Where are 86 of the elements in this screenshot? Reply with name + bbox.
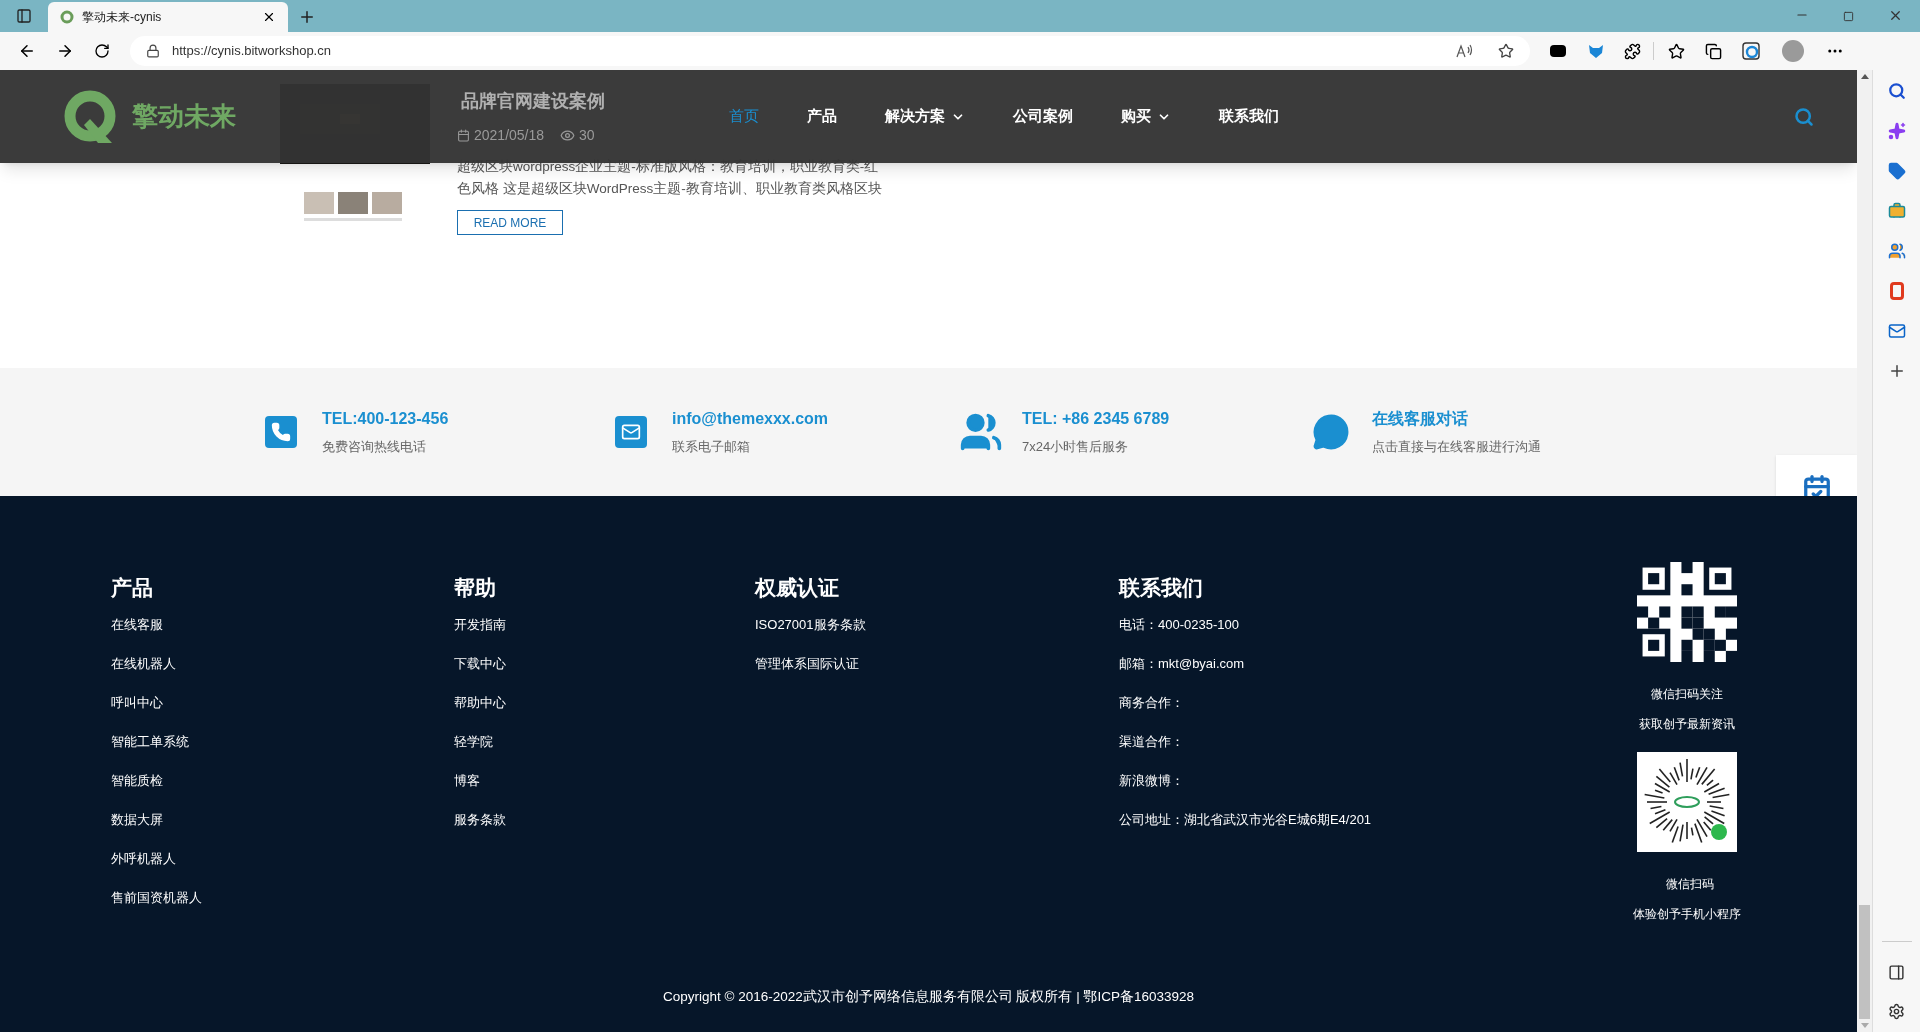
read-more-button[interactable]: READ MORE xyxy=(457,210,563,235)
back-icon[interactable] xyxy=(18,42,36,60)
footer-link[interactable]: 管理体系国际认证 xyxy=(755,655,1119,673)
address-text: https://cynis.bitworkshop.cn xyxy=(172,42,332,61)
phone-icon xyxy=(265,416,297,448)
contact-subtitle: 点击直接与在线客服进行沟通 xyxy=(1372,438,1541,457)
footer-link[interactable]: 公司地址：湖北省武汉市光谷E城6期E4/201 xyxy=(1119,811,1589,829)
footer-link[interactable]: 新浪微博： xyxy=(1119,772,1589,790)
favorite-add-icon[interactable] xyxy=(1498,43,1514,59)
footer-link[interactable]: 智能工单系统 xyxy=(111,733,454,751)
footer-heading: 联系我们 xyxy=(1119,575,1204,601)
calendar-icon xyxy=(457,129,470,142)
view-count: 30 xyxy=(579,126,595,145)
panel-icon[interactable] xyxy=(1888,964,1905,981)
footer-link[interactable]: 售前国资机器人 xyxy=(111,889,454,907)
nav-link[interactable]: 产品 xyxy=(807,105,837,128)
calendar-icon xyxy=(1801,474,1832,496)
code-caption: 微信扫码关注 xyxy=(1651,686,1723,702)
extensions-icon[interactable] xyxy=(1624,42,1641,60)
code-caption: 体验创予手机小程序 xyxy=(1633,906,1741,922)
footer-link[interactable]: 电话：400-0235-100 xyxy=(1119,616,1589,634)
footer-link[interactable]: 开发指南 xyxy=(454,616,755,634)
browser-essentials-icon[interactable] xyxy=(1742,42,1760,60)
forward-icon[interactable] xyxy=(56,42,74,60)
people-icon[interactable] xyxy=(1887,242,1906,260)
footer-link[interactable]: 商务合作： xyxy=(1119,694,1589,712)
footer-link[interactable]: 呼叫中心 xyxy=(111,694,454,712)
contact-subtitle: 7x24小时售后服务 xyxy=(1022,438,1130,457)
footer-heading: 权威认证 xyxy=(755,575,840,601)
post-date: 2021/05/18 xyxy=(474,126,545,145)
footer-link[interactable]: ISO27001服务条款 xyxy=(755,616,1119,634)
new-tab-icon[interactable] xyxy=(298,8,316,26)
chat-icon xyxy=(1312,413,1350,451)
scrollbar-thumb[interactable] xyxy=(1859,905,1870,1019)
footer-link[interactable]: 下载中心 xyxy=(454,655,755,673)
mail-icon xyxy=(615,416,647,448)
site-favicon xyxy=(60,10,74,24)
footer-heading: 帮助 xyxy=(454,575,497,601)
office-icon[interactable] xyxy=(1889,282,1904,300)
lock-icon xyxy=(146,44,160,58)
favorites-icon[interactable] xyxy=(1668,42,1685,60)
contact-subtitle: 联系电子邮箱 xyxy=(672,438,751,457)
footer-link[interactable]: 在线机器人 xyxy=(111,655,454,673)
search-icon[interactable] xyxy=(1887,82,1906,100)
code-caption: 获取创予最新资讯 xyxy=(1639,716,1735,732)
collections-icon[interactable] xyxy=(1705,42,1722,60)
nav-link[interactable]: 公司案例 xyxy=(1013,105,1073,128)
footer-link[interactable]: 外呼机器人 xyxy=(111,850,454,868)
footer-heading: 产品 xyxy=(111,575,154,601)
nav-link[interactable]: 购买 xyxy=(1121,105,1171,128)
mail-icon[interactable] xyxy=(1887,322,1906,340)
browser-tab[interactable]: 擎动未来-cynis xyxy=(48,2,288,32)
footer-link[interactable]: 智能质检 xyxy=(111,772,454,790)
extension-icon[interactable] xyxy=(1550,45,1566,57)
floating-widget[interactable] xyxy=(1776,455,1857,496)
profile-avatar[interactable] xyxy=(1782,40,1804,62)
footer-link[interactable]: 在线客服 xyxy=(111,616,454,634)
footer-link[interactable]: 帮助中心 xyxy=(454,694,755,712)
copyright-text: Copyright © 2016-2022武汉市创予网络信息服务有限公司 版权所有 | 鄂ICP备16033928 xyxy=(662,987,1195,1006)
tab-title: 擎动未来-cynis xyxy=(82,9,163,26)
nav-link[interactable]: 联系我们 xyxy=(1219,105,1279,128)
footer-link[interactable]: 邮箱：mkt@byai.com xyxy=(1119,655,1589,673)
footer-link[interactable]: 数据大屏 xyxy=(111,811,454,829)
search-icon[interactable] xyxy=(1794,106,1814,127)
contact-subtitle: 免费咨询热线电话 xyxy=(322,438,427,457)
tab-actions-icon[interactable] xyxy=(16,8,32,24)
views-icon xyxy=(560,128,576,143)
footer-link[interactable]: 服务条款 xyxy=(454,811,755,829)
footer-link[interactable]: 轻学院 xyxy=(454,733,755,751)
read-aloud-icon[interactable] xyxy=(1456,43,1474,59)
address-bar[interactable]: https://cynis.bitworkshop.cn xyxy=(130,36,1530,66)
close-icon[interactable] xyxy=(262,10,276,24)
footer-link[interactable]: 渠道合作： xyxy=(1119,733,1589,751)
nav-link[interactable]: 解决方案 xyxy=(885,105,965,128)
settings-icon[interactable] xyxy=(1888,1003,1905,1020)
restore-icon[interactable] xyxy=(1843,11,1854,22)
reload-icon[interactable] xyxy=(94,43,110,59)
post-title[interactable]: 品牌官网建设案例 xyxy=(461,88,605,115)
logo-icon xyxy=(62,88,118,145)
sparkle-icon[interactable] xyxy=(1887,122,1906,140)
code-caption: 微信扫码 xyxy=(1666,876,1714,892)
footer-link[interactable]: 博客 xyxy=(454,772,755,790)
post-excerpt: 超级区块wordpress企业主题-标准版风格：教育培训，职业教育类-红色风格 这是超级区块WordPress主题-教育培训、职业教育类风格区块 xyxy=(457,158,883,198)
logo-text[interactable]: 擎动未来 xyxy=(132,97,236,136)
tag-icon[interactable] xyxy=(1887,162,1906,180)
briefcase-icon[interactable] xyxy=(1887,202,1906,220)
